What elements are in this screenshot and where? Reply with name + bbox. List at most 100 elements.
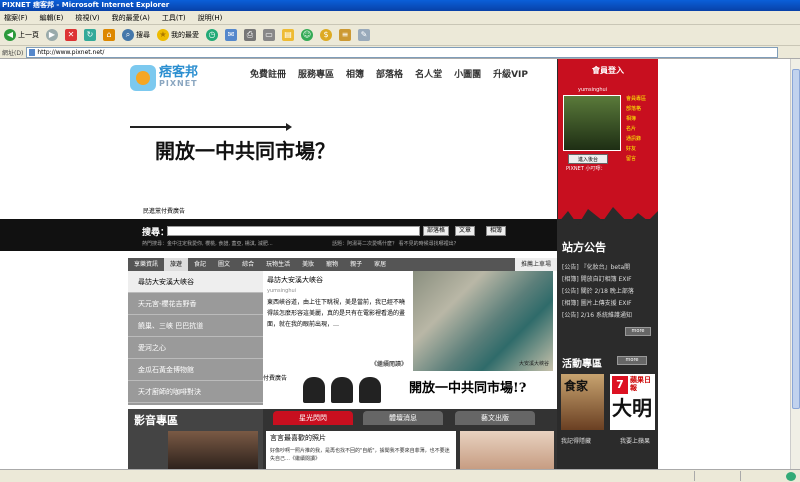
messenger-button[interactable]: ☺ [299,27,315,44]
login-panel: 會員登入 yumsinghui 會員專區 部落格 相簿 名片 通訊錄 好友 留言… [558,59,658,219]
announcement-more-button[interactable]: more [625,327,651,336]
list-item[interactable]: [公告] 關於 2/18 晚上部落 [562,286,634,295]
member-link[interactable]: 會員專區 [626,95,646,102]
member-link[interactable]: 名片 [626,125,646,132]
nav-blog[interactable]: 部落格 [376,67,403,80]
recommend-button[interactable]: 推薦上車場 [514,258,557,271]
search-article-button[interactable]: 文章 [455,226,476,236]
forward-arrow-icon: ▶ [46,29,58,41]
member-link[interactable]: 相簿 [626,115,646,122]
paid-ad-strip[interactable]: 付費廣告 開放一中共同市場!? [263,371,553,405]
menu-file[interactable]: 檔案(F) [4,13,28,23]
event-banner-1[interactable]: 食家 [561,374,604,430]
article-photo[interactable]: 大安溪大峽谷 [413,271,553,371]
tab-picture[interactable]: 圖文 [212,258,236,271]
tab-sports[interactable]: 體壇消息 [363,411,443,425]
notes-button[interactable]: ≡ [337,27,353,44]
tools-button[interactable]: ✎ [356,27,372,44]
search-hint-topics[interactable]: 話題：阿湯哥二次愛嗎什麼？ 看不見的時候尋找哪裡出？ [332,240,459,247]
tab-family[interactable]: 親子 [344,258,368,271]
tab-stars[interactable]: 星光閃閃 [273,411,353,425]
list-item[interactable]: [公告] 2/16 系統維護通知 [562,310,634,319]
list-item[interactable]: [公告] 『化妝台』beta開 [562,262,634,271]
article-title[interactable]: 尋訪大安溪大峽谷 [267,275,408,285]
refresh-button[interactable]: ↻ [82,27,98,44]
read-more-link[interactable]: 《繼續閱讀》 [371,359,407,368]
search-input[interactable] [167,226,420,236]
list-item[interactable]: [相簿] 開放自訂相簿 EXIF [562,274,634,283]
tab-food[interactable]: 食記 [188,258,212,271]
list-item[interactable]: 金瓜石黃金博物館 [128,359,263,381]
search-button[interactable]: ⌕ 搜尋 [120,27,152,44]
event-banner-2[interactable]: 7 蘋果日報 大明 [610,374,655,430]
tab-leisure[interactable]: 享樂資訊 [128,258,164,271]
menu-view[interactable]: 檢視(V) [75,13,99,23]
list-item[interactable]: [相簿] 圖片上傳支援 EXIF [562,298,634,307]
forward-button[interactable]: ▶ [44,27,60,44]
nav-hall-of-fame[interactable]: 名人堂 [415,67,442,80]
back-button[interactable]: ◀ 上一頁 [2,27,41,44]
money-button[interactable]: $ [318,27,334,44]
list-item[interactable]: 尋訪大安溪大峽谷 [128,271,263,293]
stop-icon: ✕ [65,29,77,41]
event-2-caption[interactable]: 我要上蘋果 [620,436,650,445]
favorites-button[interactable]: ★ 我的最愛 [155,27,201,44]
tab-arts[interactable]: 藝文出版 [455,411,535,425]
nav-groups[interactable]: 小圖團 [454,67,481,80]
tab-home[interactable]: 家居 [368,258,392,271]
events-more-button[interactable]: more [617,356,647,365]
pixnet-tips-link[interactable]: PIXNET 小叮嚀： [566,165,605,172]
nav-album[interactable]: 相簿 [346,67,364,80]
nav-register[interactable]: 免費註冊 [250,67,286,80]
pixnet-logo[interactable]: 痞客邦 PIXNET [130,63,240,93]
search-icon: ⌕ [122,29,134,41]
event-1-caption[interactable]: 我記得隱藏 [561,436,591,445]
tab-travel[interactable]: 旅遊 [164,258,189,271]
list-item[interactable]: 天才廚師的咖啡對決 [128,381,263,403]
history-button[interactable]: ◷ [204,27,220,44]
list-item[interactable]: 天元宮-櫻花吉野香 [128,293,263,315]
search-hint-hot[interactable]: 熱門搜尋：金中注定我愛你, 櫻桃, 食譜, 蓋亞, 楊淇, 減肥... [142,240,273,247]
nav-vip[interactable]: 升級VIP [493,67,528,80]
list-item[interactable]: 饒巢、三峽 巴巴抗道 [128,315,263,337]
tab-general[interactable]: 綜合 [236,258,260,271]
member-link[interactable]: 留言 [626,155,646,162]
home-icon: ⌂ [103,29,115,41]
menu-favorites[interactable]: 我的最愛(A) [112,13,150,23]
menu-edit[interactable]: 編輯(E) [40,13,64,23]
event-2-text: 大明 [612,396,652,420]
news-headline[interactable]: 言言最喜歡的照片 [270,433,452,443]
stop-button[interactable]: ✕ [63,27,79,44]
address-input[interactable]: http://www.pixnet.net/ [26,46,779,58]
tab-beauty[interactable]: 美妝 [296,258,320,271]
video-thumbnail[interactable] [168,431,258,469]
banner-title[interactable]: 開放一中共同市場？ [155,135,335,164]
mail-button[interactable]: ✉ [223,27,239,44]
tab-pets[interactable]: 寵物 [320,258,344,271]
enter-admin-button[interactable]: 進入後台 [568,154,608,164]
nav-services[interactable]: 服務專區 [298,67,334,80]
scrollbar-thumb[interactable] [792,69,800,409]
news-read-more[interactable]: 《繼續閱讀》 [290,456,320,462]
print-icon: ⎙ [244,29,256,41]
news-photo[interactable] [460,431,554,469]
username[interactable]: yumsinghui [578,87,607,93]
member-link[interactable]: 通訊錄 [626,135,646,142]
search-blog-button[interactable]: 部落格 [423,226,450,236]
menu-help[interactable]: 說明(H) [198,13,223,23]
folder-button[interactable]: ▤ [280,27,296,44]
vertical-scrollbar[interactable] [790,59,800,469]
paid-ad-title: 開放一中共同市場!? [409,381,527,396]
member-link[interactable]: 部落格 [626,105,646,112]
announcement-list: [公告] 『化妝台』beta開 [相簿] 開放自訂相簿 EXIF [公告] 關於… [562,262,634,319]
edit-button[interactable]: ▭ [261,27,277,44]
member-link[interactable]: 好友 [626,145,646,152]
search-album-button[interactable]: 相簿 [486,226,507,236]
home-button[interactable]: ⌂ [101,27,117,44]
article-author[interactable]: yumsinghui [267,288,408,294]
menu-tools[interactable]: 工具(T) [162,13,186,23]
tab-life[interactable]: 玩物生活 [260,258,296,271]
list-item[interactable]: 愛河之心 [128,337,263,359]
avatar[interactable] [563,95,621,151]
print-button[interactable]: ⎙ [242,27,258,44]
